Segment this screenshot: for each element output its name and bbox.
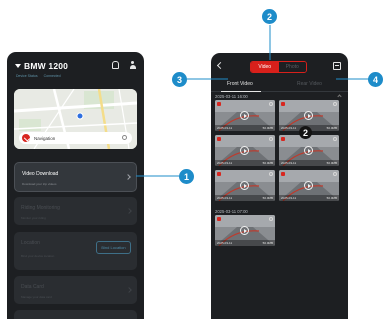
callout-3: 3 bbox=[172, 72, 187, 87]
callout-1: 1 bbox=[179, 169, 194, 184]
callout-lines bbox=[136, 25, 369, 177]
callout-4: 4 bbox=[368, 72, 383, 87]
callout-2: 2 bbox=[262, 9, 277, 24]
screenshot-stage: BMW 1200 Device Status Connected Navigat… bbox=[0, 0, 383, 319]
